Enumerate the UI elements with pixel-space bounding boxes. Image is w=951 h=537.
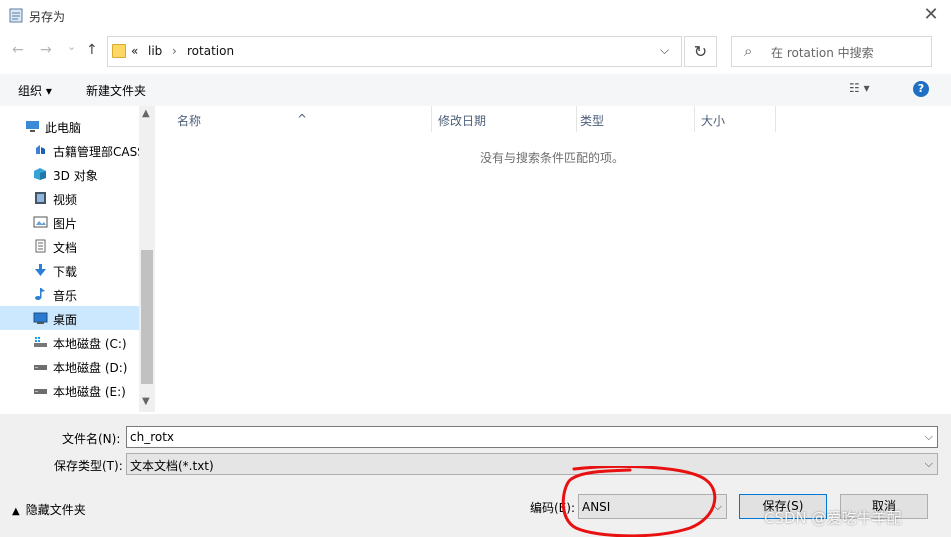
pictures-icon xyxy=(33,216,48,228)
watermark-text: CSDN @爱吃牛羊配 xyxy=(764,509,902,527)
sidebar-item-music[interactable]: 音乐 xyxy=(0,282,139,306)
view-options-button[interactable]: ☷ ▾ xyxy=(849,81,870,95)
column-header-type[interactable]: 类型 xyxy=(577,106,695,132)
sidebar-scrollbar[interactable]: ▲ ▼ xyxy=(139,106,155,412)
hide-folders-toggle[interactable]: ▲ 隐藏文件夹 xyxy=(12,501,86,518)
scroll-up-icon[interactable]: ▲ xyxy=(142,108,150,119)
chevron-down-icon[interactable]: ⌵ xyxy=(925,457,933,471)
music-icon xyxy=(35,288,45,300)
pc-icon xyxy=(26,121,39,132)
sidebar-item-drive-d[interactable]: 本地磁盘 (D:) xyxy=(0,354,139,378)
chevron-up-icon: ▲ xyxy=(12,506,20,517)
address-bar[interactable]: « lib › rotation ⌵ xyxy=(107,36,682,67)
command-bar: 组织 ▾ 新建文件夹 ☷ ▾ ? xyxy=(0,74,951,106)
breadcrumb-separator[interactable]: › xyxy=(172,44,177,58)
window-title: 另存为 xyxy=(29,10,66,24)
column-header-name[interactable]: 名称 ^ xyxy=(157,106,432,132)
cloud-drive-icon xyxy=(36,145,45,154)
sidebar-item-label: 本地磁盘 (E:) xyxy=(53,385,126,399)
breadcrumb-overflow[interactable]: « xyxy=(131,44,138,58)
encoding-label: 编码(E): xyxy=(530,501,575,515)
scroll-down-icon[interactable]: ▼ xyxy=(142,396,150,407)
folder-icon xyxy=(112,44,126,58)
filetype-select[interactable]: 文本文档(*.txt) ⌵ xyxy=(126,453,938,475)
column-label: 类型 xyxy=(580,114,605,128)
encoding-select[interactable]: ANSI ⌵ xyxy=(578,494,727,519)
sidebar-item-documents[interactable]: 文档 xyxy=(0,234,139,258)
sidebar-item-drive-c[interactable]: 本地磁盘 (C:) xyxy=(0,330,139,354)
desktop-icon xyxy=(33,312,48,324)
column-label: 名称 xyxy=(177,114,202,128)
sidebar-item-label: 下载 xyxy=(53,265,78,279)
encoding-value: ANSI xyxy=(582,500,611,514)
chevron-down-icon[interactable]: ⌵ xyxy=(925,430,933,444)
search-icon: ⌕ xyxy=(744,42,753,60)
filename-label: 文件名(N): xyxy=(62,432,121,446)
recent-locations-button[interactable]: ⌄ xyxy=(67,40,76,53)
scrollbar-thumb[interactable] xyxy=(141,250,153,384)
column-header-modified[interactable]: 修改日期 xyxy=(432,106,577,132)
sidebar-item-label: 3D 对象 xyxy=(53,169,98,183)
sidebar-item-label: 本地磁盘 (C:) xyxy=(53,337,127,351)
empty-results-message: 没有与搜索条件匹配的项。 xyxy=(480,151,625,165)
video-icon xyxy=(35,192,46,204)
sidebar-item-this-pc[interactable]: 此电脑 xyxy=(0,114,139,138)
filetype-value: 文本文档(*.txt) xyxy=(130,459,214,473)
filename-field[interactable]: ⌵ xyxy=(126,426,938,448)
sort-ascending-icon: ^ xyxy=(297,112,308,126)
sidebar-item-label: 图片 xyxy=(53,217,78,231)
chevron-down-icon[interactable]: ⌵ xyxy=(714,500,722,514)
navigation-pane: 此电脑 古籍管理部CASS 3D 对象 视频 图片 文档 下载 音乐 桌面 本地… xyxy=(0,106,155,412)
sidebar-item-videos[interactable]: 视频 xyxy=(0,186,139,210)
sidebar-item-3d-objects[interactable]: 3D 对象 xyxy=(0,162,139,186)
breadcrumb-lib[interactable]: lib xyxy=(148,44,162,58)
sidebar-item-label: 桌面 xyxy=(53,313,78,327)
up-button[interactable]: ↑ xyxy=(86,42,98,58)
column-header-size[interactable]: 大小 xyxy=(695,106,776,132)
sidebar-item-label: 视频 xyxy=(53,193,78,207)
forward-button[interactable]: → xyxy=(40,42,52,58)
sidebar-item-cloud[interactable]: 古籍管理部CASS xyxy=(0,138,139,162)
sidebar-item-downloads[interactable]: 下载 xyxy=(0,258,139,282)
close-button[interactable]: ✕ xyxy=(912,0,950,30)
sidebar-item-label: 此电脑 xyxy=(45,121,82,135)
drive-c-icon xyxy=(34,337,47,347)
column-label: 修改日期 xyxy=(438,114,487,128)
sidebar-item-label: 音乐 xyxy=(53,289,78,303)
organize-menu[interactable]: 组织 ▾ xyxy=(18,82,52,99)
sidebar-item-desktop[interactable]: 桌面 xyxy=(0,306,139,330)
back-button[interactable]: ← xyxy=(12,42,24,58)
file-list: 名称 ^ 修改日期 类型 大小 没有与搜索条件匹配的项。 xyxy=(157,106,946,412)
new-folder-button[interactable]: 新建文件夹 xyxy=(86,82,146,99)
sidebar-item-label: 文档 xyxy=(53,241,78,255)
3d-objects-icon xyxy=(34,168,46,180)
filetype-label: 保存类型(T): xyxy=(54,459,123,473)
chevron-down-icon[interactable]: ⌵ xyxy=(660,43,669,58)
documents-icon xyxy=(35,239,46,253)
search-box[interactable]: ⌕ 在 rotation 中搜索 xyxy=(731,36,932,67)
refresh-button[interactable]: ↻ xyxy=(684,36,717,67)
filename-input[interactable] xyxy=(127,427,907,447)
breadcrumb-rotation[interactable]: rotation xyxy=(187,44,234,58)
drive-icon xyxy=(34,365,47,370)
notepad-icon xyxy=(9,8,23,23)
sidebar-item-label: 古籍管理部CASS xyxy=(53,145,139,159)
help-icon[interactable]: ? xyxy=(913,81,929,97)
sidebar-item-label: 本地磁盘 (D:) xyxy=(53,361,128,375)
download-icon xyxy=(35,264,46,276)
sidebar-item-drive-e[interactable]: 本地磁盘 (E:) xyxy=(0,378,139,402)
title-bar: 另存为 ✕ xyxy=(0,0,951,32)
search-input[interactable]: 在 rotation 中搜索 xyxy=(771,44,874,61)
drive-icon xyxy=(34,389,47,394)
sidebar-item-pictures[interactable]: 图片 xyxy=(0,210,139,234)
hide-folders-label: 隐藏文件夹 xyxy=(25,503,86,517)
column-label: 大小 xyxy=(701,114,726,128)
